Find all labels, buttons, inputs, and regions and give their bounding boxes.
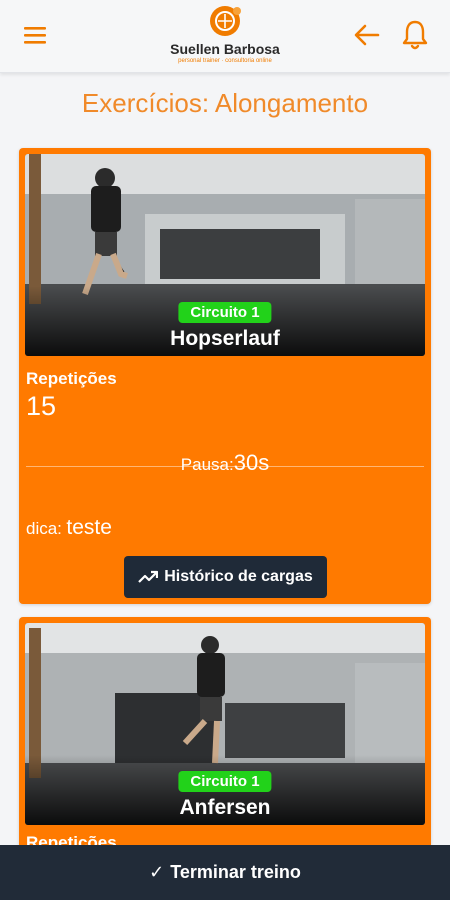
exercise-name: Hopserlauf [170,327,280,350]
check-icon: ✓ [149,862,165,882]
exercise-video-thumbnail[interactable]: Circuito 1 Hopserlauf [25,154,425,356]
app-header: Suellen Barbosa personal trainer · consu… [0,0,450,73]
repetitions-value: 15 [26,391,57,421]
brand-logo: Suellen Barbosa personal trainer · consu… [150,4,300,68]
finish-workout-button[interactable]: ✓ Terminar treino [0,845,450,900]
load-history-label: Histórico de cargas [164,568,313,585]
circuit-badge: Circuito 1 [178,302,272,323]
tip-value: teste [66,516,112,539]
brand-subtitle: personal trainer · consultoria online [178,58,272,64]
exercise-video-thumbnail[interactable]: Circuito 1 Anfersen [25,623,425,825]
pause-label: Pausa: [180,455,234,474]
arrow-left-icon [354,24,380,46]
repetitions-label: Repetições [26,369,117,388]
load-history-button[interactable]: Histórico de cargas [124,556,327,598]
tip-label: dica: [26,519,62,538]
bell-icon [402,20,428,50]
notifications-button[interactable] [400,18,430,52]
exercise-name: Anfersen [179,796,271,819]
circuit-badge: Circuito 1 [178,771,272,792]
pause-info: Pausa:30s [19,450,431,476]
menu-button[interactable] [22,22,50,48]
trending-up-icon [138,570,159,583]
brand-name: Suellen Barbosa [170,41,280,57]
exercise-card: Circuito 1 Anfersen Repetições [19,617,431,877]
logo-mark-icon [210,6,241,36]
pause-value: 30s [233,450,270,475]
back-button[interactable] [352,20,382,50]
tip-info: dica: teste [26,516,112,540]
exercise-card: Circuito 1 Hopserlauf Repetições 15 Paus… [19,148,431,604]
page-title: Exercícios: Alongamento [81,88,369,118]
hamburger-menu-icon [24,27,46,44]
finish-workout-label: Terminar treino [170,862,301,882]
